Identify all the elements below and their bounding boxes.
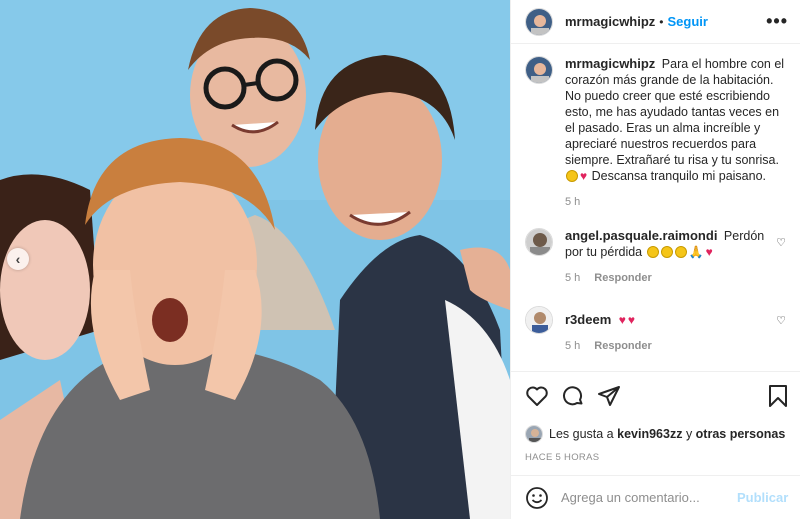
action-bar (511, 372, 800, 420)
caption-body: Para el hombre con el corazón más grande… (565, 57, 785, 167)
post-actions-section: Les gusta a kevin963zz y otras personas … (511, 371, 800, 463)
heart-emoji: ♥ (580, 169, 588, 183)
comment-text: angel.pasquale.raimondi Perdón por tu pé… (565, 228, 775, 260)
commenter-avatar[interactable] (525, 228, 553, 256)
more-icon[interactable]: ••• (766, 11, 788, 32)
comment-username[interactable]: r3deem (565, 312, 611, 327)
caption-body-tail: Descansa tranquilo mi paisano. (591, 169, 767, 183)
share-icon[interactable] (597, 384, 621, 408)
comments-list: mrmagicwhipz Para el hombre con el coraz… (511, 44, 800, 371)
post-dialog: ‹ mrmagicwhipz • Seguir ••• mrmagicwhipz (0, 0, 800, 519)
comment-meta: 5 h Responder (565, 340, 775, 352)
heart-icon-shape (526, 386, 548, 406)
heart-emoji: ♥ (627, 313, 635, 327)
author-avatar[interactable] (525, 7, 553, 36)
comment-username[interactable]: angel.pasquale.raimondi (565, 228, 717, 243)
post-details-panel: mrmagicwhipz • Seguir ••• mrmagicwhipz P… (510, 0, 800, 519)
sad-face-emoji (660, 246, 673, 258)
follow-button[interactable]: Seguir (668, 14, 708, 29)
comment-like-heart-icon[interactable]: ♡ (776, 236, 786, 249)
likes-summary: Les gusta a kevin963zz y otras personas (511, 420, 800, 448)
liker-username[interactable]: kevin963zz (617, 427, 682, 441)
liker-avatar[interactable] (525, 425, 543, 443)
heart-emoji: ♥ (705, 245, 713, 259)
avatar-image (526, 57, 552, 83)
praying-hands-emoji: 🙏 (688, 245, 704, 259)
likes-others-link[interactable]: otras personas (696, 427, 786, 441)
sad-face-emoji (646, 246, 659, 258)
bookmark-icon-shape (769, 385, 787, 407)
caption-time[interactable]: 5 h (565, 196, 580, 208)
avatar-image (526, 8, 552, 35)
caption-meta: 5 h (565, 196, 791, 208)
comment-composer: Publicar (511, 475, 800, 519)
avatar-image (526, 307, 552, 333)
reply-button[interactable]: Responder (594, 340, 651, 352)
heart-emoji: ♥ (618, 313, 626, 327)
commenter-avatar[interactable] (525, 306, 553, 334)
sad-face-emoji (674, 246, 687, 258)
post-header: mrmagicwhipz • Seguir ••• (511, 0, 800, 44)
caption-avatar[interactable] (525, 56, 553, 84)
photo-illustration (0, 0, 510, 519)
post-photo[interactable]: ‹ (0, 0, 510, 519)
comment-input[interactable] (561, 490, 737, 505)
comment-icon-shape (563, 386, 583, 406)
reply-button[interactable]: Responder (594, 272, 651, 284)
chevron-left-icon: ‹ (15, 251, 21, 267)
carousel-prev-button[interactable]: ‹ (7, 248, 29, 270)
post-time-ago[interactable]: HACE 5 HORAS (511, 452, 800, 463)
publish-button[interactable]: Publicar (737, 490, 788, 505)
caption-text: mrmagicwhipz Para el hombre con el coraz… (565, 56, 791, 184)
heart-icon[interactable] (525, 384, 549, 408)
smiley-icon-shape (526, 486, 548, 509)
bookmark-icon[interactable] (766, 384, 790, 408)
avatar-image (526, 426, 542, 442)
likes-prefix: Les gusta a (549, 427, 614, 441)
avatar-image (526, 229, 552, 255)
comment-meta: 5 h Responder (565, 272, 775, 284)
smiling-face-emoji (566, 170, 578, 182)
comment-icon[interactable] (561, 384, 585, 408)
comment-like-heart-icon[interactable]: ♡ (776, 314, 786, 327)
caption: mrmagicwhipz Para el hombre con el coraz… (525, 56, 786, 208)
share-icon-shape (598, 386, 620, 406)
comment-item: r3deem ♥ ♥ 5 h Responder ♡ (525, 306, 786, 352)
caption-username[interactable]: mrmagicwhipz (565, 56, 655, 71)
comment-time[interactable]: 5 h (565, 340, 580, 352)
likes-joiner: y (685, 427, 693, 441)
author-username[interactable]: mrmagicwhipz (565, 14, 655, 29)
comment-item: angel.pasquale.raimondi Perdón por tu pé… (525, 228, 786, 284)
separator-dot: • (659, 14, 664, 29)
comment-time[interactable]: 5 h (565, 272, 580, 284)
comment-text: r3deem ♥ ♥ (565, 312, 775, 328)
smiley-icon[interactable] (525, 486, 549, 510)
